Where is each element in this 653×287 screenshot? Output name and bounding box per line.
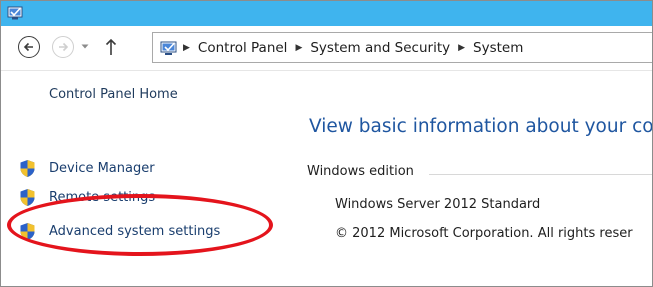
- system-window: ▶ Control Panel ▶ System and Security ▶ …: [0, 0, 653, 287]
- back-button[interactable]: [18, 36, 40, 58]
- sidebar-item-device-manager[interactable]: Device Manager: [19, 157, 155, 179]
- shield-icon: [20, 222, 35, 240]
- copyright-text: © 2012 Microsoft Corporation. All rights…: [335, 226, 633, 241]
- breadcrumb-arrow-icon[interactable]: ▶: [458, 43, 465, 53]
- back-arrow-icon: [23, 42, 33, 52]
- navigation-bar: ▶ Control Panel ▶ System and Security ▶ …: [1, 26, 652, 71]
- page-title: View basic information about your co: [309, 116, 652, 137]
- forward-button[interactable]: [52, 36, 74, 58]
- shield-icon: [20, 159, 35, 177]
- recent-locations-dropdown-icon[interactable]: [81, 44, 89, 50]
- breadcrumb-arrow-icon[interactable]: ▶: [183, 43, 190, 53]
- breadcrumb: ▶ Control Panel ▶ System and Security ▶ …: [183, 33, 523, 62]
- address-bar[interactable]: ▶ Control Panel ▶ System and Security ▶ …: [152, 32, 652, 63]
- breadcrumb-system[interactable]: System: [473, 40, 523, 56]
- section-divider: [429, 174, 652, 175]
- main-content: View basic information about your co Win…: [281, 71, 652, 286]
- sidebar-item-remote-settings[interactable]: Remote settings: [19, 188, 155, 206]
- breadcrumb-system-and-security[interactable]: System and Security: [310, 40, 450, 56]
- forward-arrow-icon: [59, 42, 69, 52]
- shield-icon: [20, 188, 35, 206]
- sidebar-item-label: Remote settings: [49, 189, 156, 205]
- sidebar-item-advanced-system-settings[interactable]: Advanced system settings: [19, 220, 220, 242]
- sidebar-item-label: Device Manager: [49, 160, 155, 176]
- sidebar: Control Panel Home Device Manager Remote…: [1, 71, 281, 286]
- breadcrumb-arrow-icon[interactable]: ▶: [295, 43, 302, 53]
- section-header-windows-edition: Windows edition: [307, 164, 414, 179]
- control-panel-home-link[interactable]: Control Panel Home: [49, 87, 178, 102]
- title-bar: [1, 1, 652, 26]
- sidebar-item-label: Advanced system settings: [49, 223, 221, 239]
- up-arrow-icon[interactable]: [105, 38, 117, 56]
- breadcrumb-control-panel[interactable]: Control Panel: [198, 40, 288, 56]
- windows-edition-value: Windows Server 2012 Standard: [335, 197, 541, 212]
- control-panel-icon: [160, 41, 177, 55]
- system-app-icon: [7, 6, 23, 20]
